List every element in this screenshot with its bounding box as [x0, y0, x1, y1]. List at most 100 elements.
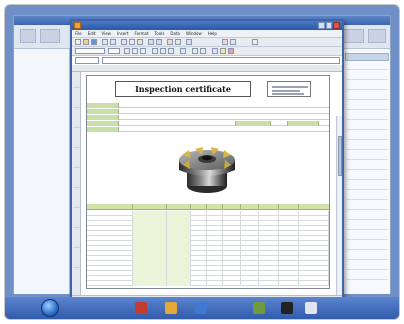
right-panel-row[interactable] — [346, 275, 388, 280]
right-panel-row[interactable] — [346, 185, 388, 190]
sum-icon[interactable] — [167, 39, 173, 45]
currency-icon[interactable] — [192, 48, 198, 54]
right-panel-row[interactable] — [346, 175, 388, 180]
merge-cells-icon[interactable] — [180, 48, 186, 54]
preview-icon[interactable] — [110, 39, 116, 45]
name-box[interactable] — [75, 57, 99, 64]
open-folder-icon[interactable] — [83, 39, 89, 45]
menu-help[interactable]: Help — [208, 30, 217, 37]
row-number[interactable] — [73, 224, 80, 228]
table-header-cell — [259, 204, 279, 210]
formula-input[interactable] — [102, 57, 340, 64]
row-number[interactable] — [73, 84, 80, 88]
font-name-select[interactable] — [75, 48, 105, 54]
left-panel-item[interactable] — [18, 101, 64, 106]
background-tool-button[interactable] — [20, 29, 36, 43]
minimize-button[interactable] — [318, 22, 325, 29]
left-panel-item[interactable] — [18, 191, 64, 196]
taskbar-app-icon[interactable] — [165, 302, 177, 314]
menu-window[interactable]: Window — [186, 30, 202, 37]
copy-icon[interactable] — [129, 39, 135, 45]
menu-data[interactable]: Data — [170, 30, 180, 37]
background-tool-button[interactable] — [368, 29, 386, 43]
right-panel-row[interactable] — [346, 225, 388, 230]
chart-icon[interactable] — [186, 39, 192, 45]
taskbar-app-icon[interactable] — [135, 302, 147, 314]
taskbar-app-icon[interactable] — [195, 302, 207, 314]
fill-color-icon[interactable] — [220, 48, 226, 54]
right-panel-row[interactable] — [346, 145, 388, 150]
underline-icon[interactable] — [140, 48, 146, 54]
row-number[interactable] — [73, 184, 80, 188]
cut-icon[interactable] — [121, 39, 127, 45]
save-icon[interactable] — [91, 39, 97, 45]
row-number[interactable] — [73, 244, 80, 248]
align-right-icon[interactable] — [168, 48, 174, 54]
percent-icon[interactable] — [200, 48, 206, 54]
right-panel-row[interactable] — [346, 215, 388, 220]
right-panel-row[interactable] — [346, 105, 388, 110]
right-panel-row[interactable] — [346, 135, 388, 140]
font-size-select[interactable] — [108, 48, 120, 54]
worksheet-area[interactable]: Inspection certificate — [72, 65, 342, 319]
right-panel-row[interactable] — [346, 195, 388, 200]
right-panel-row[interactable] — [346, 75, 388, 80]
right-panel-row[interactable] — [346, 255, 388, 260]
scroll-thumb[interactable] — [338, 136, 342, 176]
left-panel-item[interactable] — [18, 251, 64, 256]
right-panel-row[interactable] — [346, 115, 388, 120]
left-panel-item[interactable] — [18, 71, 64, 76]
taskbar-app-icon[interactable] — [253, 302, 265, 314]
maximize-button[interactable] — [325, 22, 333, 29]
left-panel-item[interactable] — [18, 131, 64, 136]
font-color-icon[interactable] — [228, 48, 234, 54]
left-panel-item[interactable] — [18, 161, 64, 166]
right-panel-row[interactable] — [346, 165, 388, 170]
row-number[interactable] — [73, 264, 80, 268]
print-icon[interactable] — [102, 39, 108, 45]
right-panel-row[interactable] — [346, 85, 388, 90]
right-panel-row[interactable] — [346, 155, 388, 160]
redo-icon[interactable] — [156, 39, 162, 45]
bold-icon[interactable] — [124, 48, 130, 54]
taskbar-app-icon[interactable] — [281, 302, 293, 314]
paste-icon[interactable] — [137, 39, 143, 45]
row-header[interactable] — [72, 72, 81, 295]
background-tool-button[interactable] — [40, 29, 60, 43]
row-number[interactable] — [73, 124, 80, 128]
menu-view[interactable]: View — [101, 30, 111, 37]
row-number[interactable] — [73, 104, 80, 108]
row-number[interactable] — [73, 144, 80, 148]
borders-icon[interactable] — [212, 48, 218, 54]
new-file-icon[interactable] — [75, 39, 81, 45]
drawing-icon[interactable] — [222, 39, 228, 45]
row-number[interactable] — [73, 164, 80, 168]
right-panel-row[interactable] — [346, 205, 388, 210]
right-panel-row[interactable] — [346, 95, 388, 100]
align-left-icon[interactable] — [152, 48, 158, 54]
menu-file[interactable]: File — [75, 30, 82, 37]
right-panel-row[interactable] — [346, 65, 388, 70]
spreadsheet-window[interactable]: File Edit View Insert Format Tools Data … — [70, 19, 344, 319]
vertical-scrollbar[interactable] — [336, 116, 342, 319]
zoom-icon[interactable] — [230, 39, 236, 45]
help-icon[interactable] — [252, 39, 258, 45]
menu-format[interactable]: Format — [134, 30, 148, 37]
right-panel-row[interactable] — [346, 235, 388, 240]
window-titlebar[interactable] — [72, 21, 342, 30]
row-number[interactable] — [73, 204, 80, 208]
italic-icon[interactable] — [132, 48, 138, 54]
align-center-icon[interactable] — [160, 48, 166, 54]
close-button[interactable] — [333, 22, 341, 29]
right-panel-row[interactable] — [346, 245, 388, 250]
left-panel-item[interactable] — [18, 221, 64, 226]
menu-insert[interactable]: Insert — [117, 30, 128, 37]
right-panel-row[interactable] — [346, 265, 388, 270]
menu-tools[interactable]: Tools — [155, 30, 165, 37]
start-orb-icon[interactable] — [41, 299, 59, 317]
right-panel-row[interactable] — [346, 125, 388, 130]
sort-icon[interactable] — [175, 39, 181, 45]
undo-icon[interactable] — [148, 39, 154, 45]
menu-edit[interactable]: Edit — [88, 30, 96, 37]
column-header[interactable] — [72, 65, 342, 72]
